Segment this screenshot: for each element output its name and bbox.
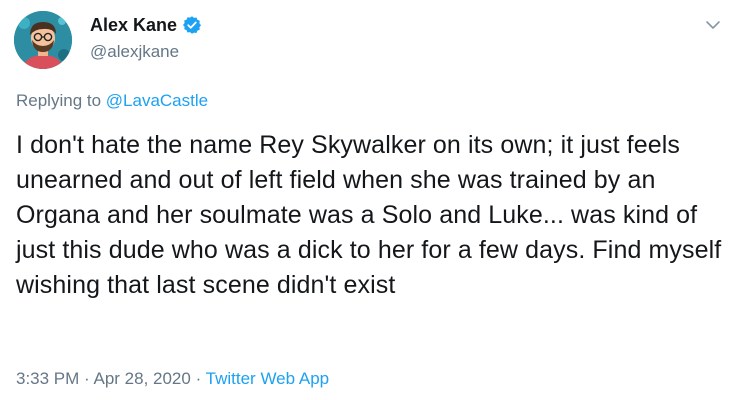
tweet-metadata: 3:33 PM · Apr 28, 2020 · Twitter Web App <box>16 368 329 390</box>
replying-to: Replying to @LavaCastle <box>16 90 208 112</box>
tweet-card: Alex Kane @alexjkane Replying to @LavaCa… <box>0 0 742 400</box>
replying-to-prefix: Replying to <box>16 91 106 110</box>
reply-mention-link[interactable]: @LavaCastle <box>106 91 208 110</box>
chevron-down-icon[interactable] <box>704 16 722 34</box>
tweet-time[interactable]: 3:33 PM <box>16 369 79 388</box>
avatar[interactable] <box>14 11 72 69</box>
tweet-date[interactable]: Apr 28, 2020 <box>93 369 190 388</box>
author-name-row: Alex Kane <box>90 14 202 36</box>
author-handle[interactable]: @alexjkane <box>90 42 179 62</box>
author-display-name[interactable]: Alex Kane <box>90 14 177 36</box>
meta-separator-2: · <box>190 369 206 388</box>
tweet-text: I don't hate the name Rey Skywalker on i… <box>16 131 722 299</box>
meta-separator: · <box>79 369 94 388</box>
tweet-source-link[interactable]: Twitter Web App <box>206 369 329 388</box>
avatar-image <box>14 11 72 69</box>
verified-badge-icon <box>182 15 202 35</box>
